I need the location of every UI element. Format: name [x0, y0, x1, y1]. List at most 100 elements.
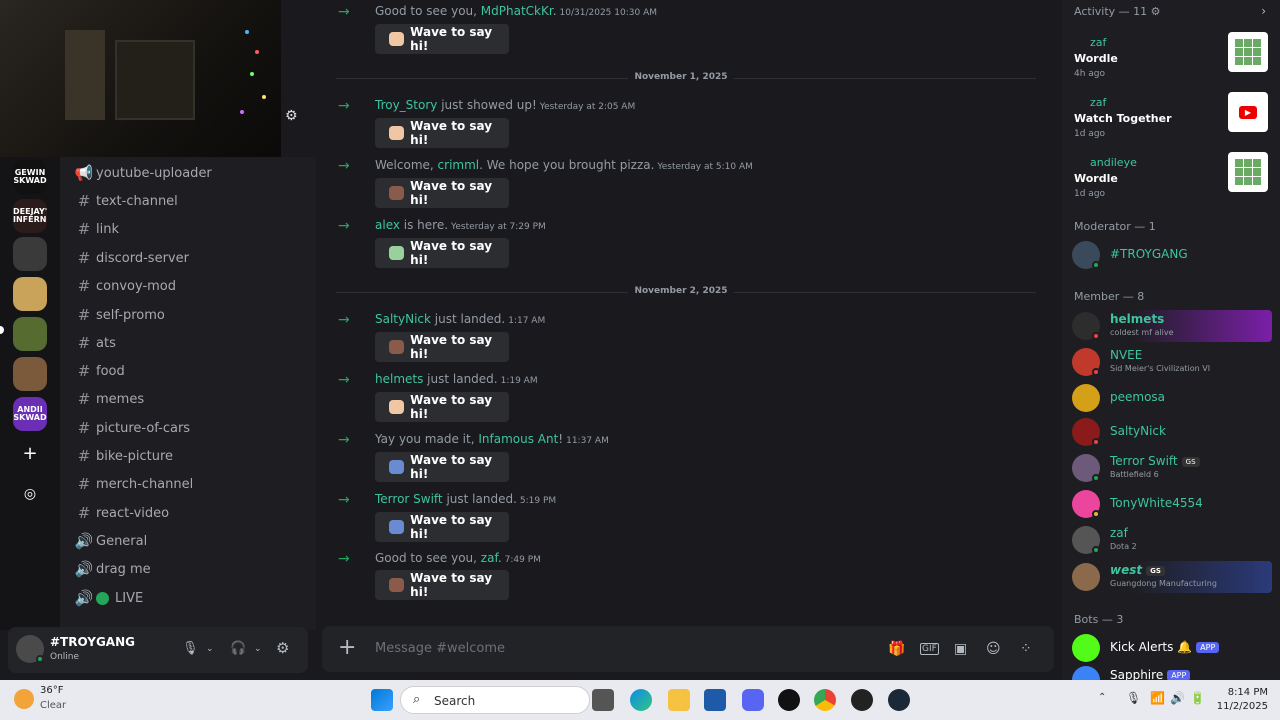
clock[interactable]: 8:14 PM 11/2/2025	[1217, 686, 1268, 714]
task-view-icon[interactable]	[592, 689, 614, 711]
channel-link[interactable]: # link	[72, 216, 308, 242]
bot-row[interactable]: Sapphire APP	[1072, 664, 1272, 680]
app-icon[interactable]	[778, 689, 800, 711]
message-user[interactable]: crimml	[438, 158, 480, 172]
wave-label: Wave to say hi!	[410, 453, 493, 481]
message-user[interactable]: alex	[375, 218, 400, 232]
chrome-icon[interactable]	[814, 689, 836, 711]
gif-icon[interactable]: GIF	[920, 643, 939, 655]
member-row[interactable]: zaf Dota 2	[1072, 524, 1272, 556]
message-user[interactable]: zaf	[481, 551, 498, 565]
wave-button[interactable]: Wave to say hi!	[375, 452, 509, 482]
activity-game: Wordle	[1074, 52, 1118, 65]
member-row[interactable]: TonyWhite4554	[1072, 488, 1272, 520]
member-name: TonyWhite4554	[1110, 496, 1203, 510]
activity-card[interactable]: andileye Wordle 1d ago	[1074, 152, 1274, 208]
wifi-icon[interactable]: 📶	[1150, 691, 1165, 705]
wave-button[interactable]: Wave to say hi!	[375, 392, 509, 422]
message-user[interactable]: Troy_Story	[375, 98, 437, 112]
wave-button[interactable]: Wave to say hi!	[375, 512, 509, 542]
join-arrow-icon: →	[338, 372, 350, 388]
channel-self-promo[interactable]: # self-promo	[72, 302, 308, 328]
headset-icon[interactable]: 🎧	[230, 641, 246, 656]
message-user[interactable]: SaltyNick	[375, 312, 431, 326]
channel-convoy-mod[interactable]: # convoy-mod	[72, 273, 308, 299]
chevron-up-icon[interactable]: ⌃	[1098, 692, 1106, 703]
wave-button[interactable]: Wave to say hi!	[375, 332, 509, 362]
gear-icon[interactable]: ⚙	[1151, 5, 1161, 18]
message-input[interactable]: Message #welcome	[375, 641, 505, 656]
server-icon[interactable]	[13, 277, 47, 311]
chevron-right-icon[interactable]: ›	[1261, 4, 1266, 18]
edge-icon[interactable]	[630, 689, 652, 711]
weather-icon	[14, 689, 34, 709]
member-row[interactable]: Terror Swift GS Battlefield 6	[1072, 452, 1272, 484]
server-icon[interactable]: GEWIN SKWAD	[13, 160, 47, 194]
channel-bike-picture[interactable]: # bike-picture	[72, 443, 308, 469]
channel-name: link	[96, 221, 119, 237]
gear-icon[interactable]: ⚙	[285, 108, 298, 124]
server-icon[interactable]	[13, 317, 47, 351]
microphone-icon[interactable]: 🎙	[182, 641, 199, 656]
activity-card[interactable]: zaf Wordle 4h ago	[1074, 32, 1274, 88]
channel-food[interactable]: # food	[72, 358, 308, 384]
microphone-icon[interactable]: 🎙	[1126, 691, 1141, 705]
member-row[interactable]: west GS Guangdong Manufacturing	[1072, 561, 1272, 593]
channel-youtube-uploader[interactable]: 📢 youtube-uploader	[72, 160, 308, 186]
channel-memes[interactable]: # memes	[72, 386, 308, 412]
battery-icon[interactable]: 🔋	[1190, 691, 1205, 705]
member-row[interactable]: NVEE Sid Meier's Civilization VI	[1072, 346, 1272, 378]
voice-channel-general[interactable]: 🔊 General	[72, 528, 308, 554]
discover-icon[interactable]: ◎	[20, 484, 40, 504]
member-row[interactable]: #TROYGANG	[1072, 239, 1272, 271]
server-label: DEEJAY'S INFERNO	[13, 207, 47, 224]
wave-button[interactable]: Wave to say hi!	[375, 238, 509, 268]
obs-icon[interactable]	[851, 689, 873, 711]
discord-icon[interactable]	[742, 689, 764, 711]
message-time: 1:19 AM	[500, 376, 538, 386]
add-attachment-icon[interactable]: +	[338, 635, 356, 660]
wave-button[interactable]: Wave to say hi!	[375, 178, 509, 208]
volume-icon[interactable]: 🔊	[1170, 691, 1185, 705]
channel-react-video[interactable]: # react-video	[72, 500, 308, 526]
gift-icon[interactable]: 🎁	[888, 641, 905, 657]
windows-start-icon[interactable]	[371, 689, 393, 711]
channel-picture-of-cars[interactable]: # picture-of-cars	[72, 415, 308, 441]
activity-card[interactable]: zaf Watch Together 1d ago ▶	[1074, 92, 1274, 148]
wave-button[interactable]: Wave to say hi!	[375, 118, 509, 148]
sticker-icon[interactable]: ▣	[954, 641, 967, 657]
search-input[interactable]: ⌕ Search	[400, 686, 590, 714]
channel-text-channel[interactable]: # text-channel	[72, 188, 308, 214]
message-user[interactable]: helmets	[375, 372, 423, 386]
bot-row[interactable]: Kick Alerts 🔔 APP	[1072, 632, 1272, 664]
server-icon[interactable]: ANDII SKWAD	[13, 397, 47, 431]
user-name[interactable]: #TROYGANG	[50, 635, 135, 649]
store-icon[interactable]	[704, 689, 726, 711]
emoji-icon[interactable]: ☺	[986, 641, 1001, 657]
channel-discord-server[interactable]: # discord-server	[72, 245, 308, 271]
member-row[interactable]: peemosa	[1072, 382, 1272, 414]
voice-channel-live[interactable]: 🔊 LIVE	[72, 585, 308, 611]
chevron-down-icon[interactable]: ⌄	[254, 644, 262, 654]
chevron-down-icon[interactable]: ⌄	[206, 644, 214, 654]
add-server-icon[interactable]: +	[20, 444, 40, 464]
server-icon[interactable]	[13, 357, 47, 391]
steam-icon[interactable]	[888, 689, 910, 711]
message-user[interactable]: MdPhatCkKr	[481, 4, 553, 18]
message-user[interactable]: Infamous Ant	[478, 432, 558, 446]
gear-icon[interactable]: ⚙	[276, 639, 289, 657]
member-row[interactable]: helmets coldest mf alive	[1072, 310, 1272, 342]
wave-button[interactable]: Wave to say hi!	[375, 24, 509, 54]
channel-merch-channel[interactable]: # merch-channel	[72, 471, 308, 497]
file-explorer-icon[interactable]	[668, 689, 690, 711]
activity-header-text: Activity — 11	[1074, 5, 1148, 18]
wave-button[interactable]: Wave to say hi!	[375, 570, 509, 600]
hash-icon: #	[77, 419, 91, 437]
voice-channel-drag-me[interactable]: 🔊 drag me	[72, 556, 308, 582]
member-row[interactable]: SaltyNick	[1072, 416, 1272, 448]
message-user[interactable]: Terror Swift	[375, 492, 443, 506]
apps-icon[interactable]: ⁘	[1020, 641, 1032, 657]
server-icon[interactable]	[13, 237, 47, 271]
channel-ats[interactable]: # ats	[72, 330, 308, 356]
server-icon[interactable]: DEEJAY'S INFERNO	[13, 199, 47, 233]
